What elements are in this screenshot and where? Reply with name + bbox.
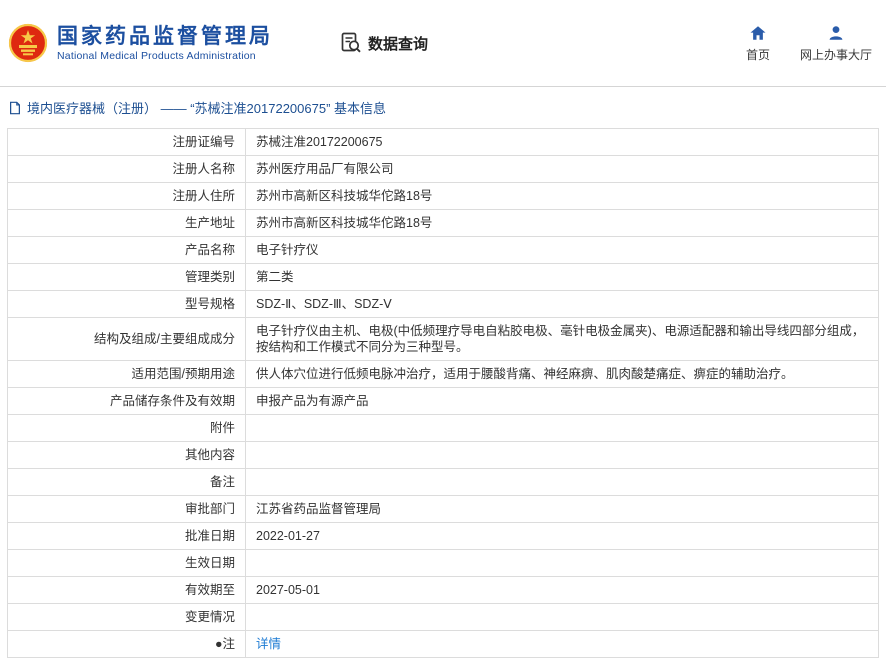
brand-text: 国家药品监督管理局 National Medical Products Admi… bbox=[57, 24, 273, 62]
home-icon bbox=[749, 24, 767, 42]
field-label: 注册人名称 bbox=[7, 155, 246, 183]
national-emblem-logo bbox=[8, 23, 48, 63]
data-query-icon bbox=[339, 31, 363, 55]
field-value: 苏械注准20172200675 bbox=[245, 128, 879, 156]
table-row: 产品储存条件及有效期 申报产品为有源产品 bbox=[7, 387, 879, 415]
table-row: 附件 bbox=[7, 414, 879, 442]
field-value: 2027-05-01 bbox=[245, 576, 879, 604]
table-row: 结构及组成/主要组成成分 电子针疗仪由主机、电极(中低频理疗导电自粘胶电极、毫针电… bbox=[7, 317, 879, 361]
field-label: 型号规格 bbox=[7, 290, 246, 318]
field-value: 申报产品为有源产品 bbox=[245, 387, 879, 415]
field-value: SDZ-Ⅱ、SDZ-Ⅲ、SDZ-Ⅴ bbox=[245, 290, 879, 318]
field-label: 生产地址 bbox=[7, 209, 246, 237]
page-title: 境内医疗器械（注册） —— “苏械注准20172200675” 基本信息 bbox=[27, 101, 387, 116]
field-label: 其他内容 bbox=[7, 441, 246, 469]
field-value bbox=[245, 441, 879, 469]
agency-name: 国家药品监督管理局 bbox=[57, 25, 273, 48]
field-value bbox=[245, 468, 879, 496]
table-row: 备注 bbox=[7, 468, 879, 496]
nav-online-hall-label: 网上办事大厅 bbox=[799, 47, 872, 62]
data-query-label: 数据查询 bbox=[368, 35, 429, 53]
nav-home[interactable]: 首页 bbox=[746, 24, 770, 63]
field-label: ●注 bbox=[7, 630, 246, 658]
table-row: 生产地址 苏州市高新区科技城华佗路18号 bbox=[7, 209, 879, 237]
table-row: 批准日期 2022-01-27 bbox=[7, 522, 879, 550]
field-value: 详情 bbox=[245, 630, 879, 658]
field-value: 苏州医疗用品厂有限公司 bbox=[245, 155, 879, 183]
table-row: 适用范围/预期用途 供人体穴位进行低频电脉冲治疗，适用于腰酸背痛、神经麻痹、肌肉酸… bbox=[7, 360, 879, 388]
table-row: 管理类别 第二类 bbox=[7, 263, 879, 291]
table-row: 注册人名称 苏州医疗用品厂有限公司 bbox=[7, 155, 879, 183]
field-label: 有效期至 bbox=[7, 576, 246, 604]
table-row: 注册证编号 苏械注准20172200675 bbox=[7, 128, 879, 156]
field-label: 产品名称 bbox=[7, 236, 246, 264]
agency-name-en: National Medical Products Administration bbox=[57, 50, 256, 62]
document-icon bbox=[8, 101, 22, 115]
table-row: 生效日期 bbox=[7, 549, 879, 577]
field-label: 审批部门 bbox=[7, 495, 246, 523]
table-row: 注册人住所 苏州市高新区科技城华佗路18号 bbox=[7, 182, 879, 210]
field-label: 备注 bbox=[7, 468, 246, 496]
field-value: 供人体穴位进行低频电脉冲治疗，适用于腰酸背痛、神经麻痹、肌肉酸楚痛症、痹症的辅助… bbox=[245, 360, 879, 388]
field-value: 苏州市高新区科技城华佗路18号 bbox=[245, 209, 879, 237]
nav-online-hall[interactable]: 网上办事大厅 bbox=[800, 24, 872, 63]
field-value bbox=[245, 549, 879, 577]
table-row: 变更情况 bbox=[7, 603, 879, 631]
user-icon bbox=[827, 24, 845, 42]
field-value: 第二类 bbox=[245, 263, 879, 291]
field-label: 变更情况 bbox=[7, 603, 246, 631]
field-label: 产品储存条件及有效期 bbox=[7, 387, 246, 415]
table-row: 产品名称 电子针疗仪 bbox=[7, 236, 879, 264]
table-row: 其他内容 bbox=[7, 441, 879, 469]
page: 国家药品监督管理局 National Medical Products Admi… bbox=[0, 0, 886, 658]
field-value: 苏州市高新区科技城华佗路18号 bbox=[245, 182, 879, 210]
table-row: 型号规格 SDZ-Ⅱ、SDZ-Ⅲ、SDZ-Ⅴ bbox=[7, 290, 879, 318]
info-table-body: 注册证编号 苏械注准20172200675 注册人名称 苏州医疗用品厂有限公司 注册人住… bbox=[7, 128, 879, 658]
field-label: 生效日期 bbox=[7, 549, 246, 577]
field-label: 注册证编号 bbox=[7, 128, 246, 156]
brand: 国家药品监督管理局 National Medical Products Admi… bbox=[8, 23, 273, 63]
field-value: 电子针疗仪 bbox=[245, 236, 879, 264]
data-query-button[interactable]: 数据查询 bbox=[339, 31, 428, 55]
page-title-row: 境内医疗器械（注册） —— “苏械注准20172200675” 基本信息 bbox=[0, 87, 886, 126]
field-value: 江苏省药品监督管理局 bbox=[245, 495, 879, 523]
site-header: 国家药品监督管理局 National Medical Products Admi… bbox=[0, 0, 886, 86]
field-value bbox=[245, 414, 879, 442]
table-row: 有效期至 2027-05-01 bbox=[7, 576, 879, 604]
field-label: 批准日期 bbox=[7, 522, 246, 550]
header-nav: 首页 网上办事大厅 bbox=[746, 24, 872, 63]
table-row: 审批部门 江苏省药品监督管理局 bbox=[7, 495, 879, 523]
nav-home-label: 首页 bbox=[745, 47, 770, 62]
field-label: 管理类别 bbox=[7, 263, 246, 291]
field-label: 适用范围/预期用途 bbox=[7, 360, 246, 388]
field-label: 附件 bbox=[7, 414, 246, 442]
field-value bbox=[245, 603, 879, 631]
field-value: 2022-01-27 bbox=[245, 522, 879, 550]
field-value: 电子针疗仪由主机、电极(中低频理疗导电自粘胶电极、毫针电极金属夹)、电源适配器和… bbox=[245, 317, 879, 361]
field-label: 结构及组成/主要组成成分 bbox=[7, 317, 246, 361]
info-table: 注册证编号 苏械注准20172200675 注册人名称 苏州医疗用品厂有限公司 注册人住… bbox=[7, 128, 879, 658]
detail-link[interactable]: 详情 bbox=[256, 637, 281, 651]
field-label: 注册人住所 bbox=[7, 182, 246, 210]
table-row: ●注 详情 bbox=[7, 630, 879, 658]
